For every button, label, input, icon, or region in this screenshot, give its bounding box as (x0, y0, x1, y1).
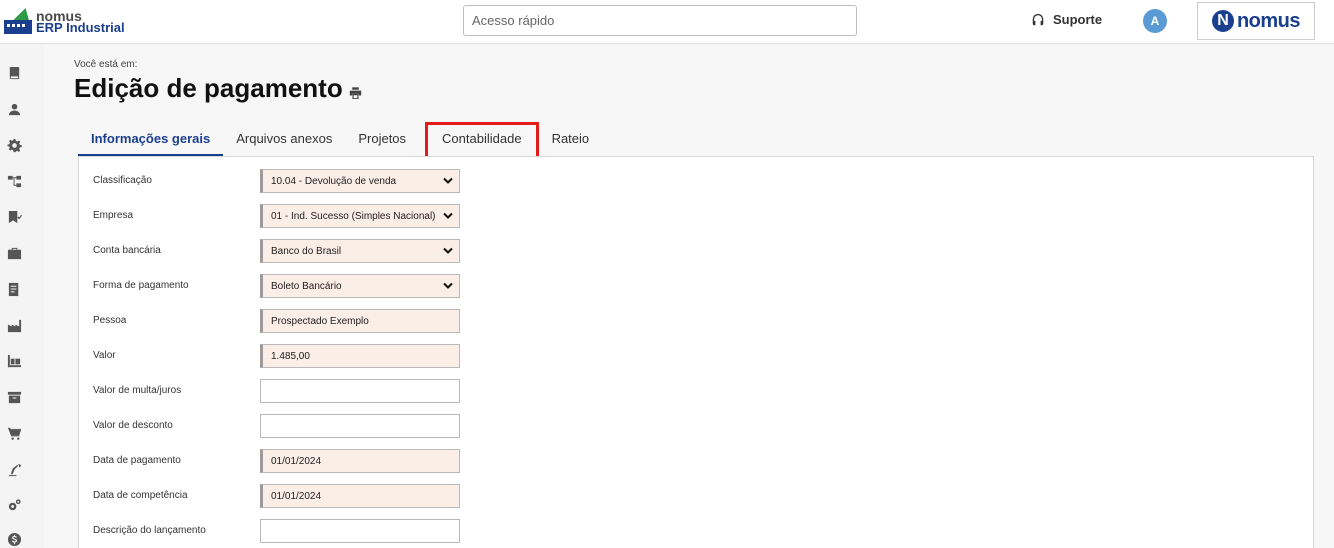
book-icon[interactable] (6, 65, 22, 81)
empresa-select[interactable]: 01 - Ind. Sucesso (Simples Nacional) (260, 204, 460, 228)
printer-icon[interactable] (349, 86, 362, 99)
data-pagamento-input[interactable]: 01/01/2024 (260, 449, 460, 473)
chevron-down-icon (443, 212, 453, 219)
top-bar: nomus ERP Industrial Suporte A N nomus (0, 0, 1334, 44)
brand-logo[interactable]: nomus ERP Industrial (4, 6, 125, 38)
archive-box-icon[interactable] (6, 389, 22, 405)
tab-arquivos-anexos[interactable]: Arquivos anexos (223, 125, 345, 157)
form-row-data-pagamento: Data de pagamento 01/01/2024 (93, 449, 493, 473)
person-icon[interactable] (6, 101, 22, 117)
field-label: Classificação (93, 175, 152, 186)
briefcase-icon[interactable] (6, 245, 22, 261)
pallet-icon[interactable] (6, 353, 22, 369)
tab-informacoes-gerais[interactable]: Informações gerais (78, 125, 224, 157)
quick-access-input[interactable] (463, 5, 857, 36)
data-competencia-input[interactable]: 01/01/2024 (260, 484, 460, 508)
pessoa-input[interactable]: Prospectado Exemplo (260, 309, 460, 333)
select-value: 01 - Ind. Sucesso (Simples Nacional) (271, 210, 436, 222)
field-label: Valor (93, 350, 116, 361)
page-title: Edição de pagamento (74, 73, 343, 103)
form-row-classificacao: Classificação 10.04 - Devolução de venda (93, 169, 493, 193)
user-avatar[interactable]: A (1143, 9, 1167, 33)
page-title-wrap: Edição de pagamento (74, 73, 362, 104)
field-label: Pessoa (93, 315, 127, 326)
select-value: 10.04 - Devolução de venda (271, 175, 397, 187)
company-logo: N nomus (1197, 2, 1315, 40)
forma-pagamento-select[interactable]: Boleto Bancário (260, 274, 460, 298)
desconto-input[interactable] (260, 414, 460, 438)
gear-icon[interactable] (6, 137, 22, 153)
classificacao-select[interactable]: 10.04 - Devolução de venda (260, 169, 460, 193)
document-list-icon[interactable] (6, 281, 22, 297)
form-row-multa-juros: Valor de multa/juros (93, 379, 493, 403)
nomus-logo-text: nomus (1236, 9, 1301, 32)
dollar-icon[interactable] (6, 531, 22, 547)
form-row-pessoa: Pessoa Prospectado Exemplo (93, 309, 493, 333)
nomus-logo-icon: N (1211, 10, 1234, 32)
valor-input[interactable]: 1.485,00 (260, 344, 460, 368)
factory-icon[interactable] (6, 317, 22, 333)
form-row-data-competencia: Data de competência 01/01/2024 (93, 484, 493, 508)
tab-projetos[interactable]: Projetos (345, 125, 419, 157)
field-label: Data de pagamento (93, 455, 181, 466)
select-value: Boleto Bancário (271, 280, 342, 292)
gears-icon[interactable] (6, 497, 22, 513)
sidebar (0, 45, 28, 548)
form-row-valor: Valor 1.485,00 (93, 344, 493, 368)
field-label: Conta bancária (93, 245, 161, 256)
cart-icon[interactable] (6, 425, 22, 441)
hierarchy-icon[interactable] (6, 173, 22, 189)
descricao-input[interactable] (260, 519, 460, 543)
form-row-descricao: Descrição do lançamento (93, 519, 493, 543)
conta-bancaria-select[interactable]: Banco do Brasil (260, 239, 460, 263)
chevron-down-icon (443, 177, 453, 184)
multa-juros-input[interactable] (260, 379, 460, 403)
main-content: Você está em: Edição de pagamento Inform… (44, 45, 1334, 548)
field-label: Forma de pagamento (93, 280, 189, 291)
support-label: Suporte (1053, 12, 1103, 27)
tab-bar: Informações gerais Arquivos anexos Proje… (78, 122, 603, 159)
form-row-empresa: Empresa 01 - Ind. Sucesso (Simples Nacio… (93, 204, 493, 228)
field-label: Data de competência (93, 490, 188, 501)
robot-arm-icon[interactable] (6, 461, 22, 477)
form-row-forma-pagamento: Forma de pagamento Boleto Bancário (93, 274, 493, 298)
field-label: Valor de desconto (93, 420, 173, 431)
field-label: Empresa (93, 210, 134, 221)
chevron-down-icon (443, 282, 453, 289)
select-value: Banco do Brasil (271, 245, 342, 257)
field-label: Valor de multa/juros (93, 385, 182, 396)
form-panel: Classificação 10.04 - Devolução de venda… (78, 156, 1314, 548)
headset-icon (1032, 13, 1044, 25)
field-label: Descrição do lançamento (93, 525, 206, 536)
chevron-down-icon (443, 247, 453, 254)
support-button[interactable]: Suporte (1031, 12, 1102, 27)
brand-subtitle: ERP Industrial (36, 20, 125, 35)
flag-check-icon[interactable] (6, 209, 22, 225)
building-leaf-icon (4, 8, 35, 36)
form-row-conta-bancaria: Conta bancária Banco do Brasil (93, 239, 493, 263)
form-row-desconto: Valor de desconto (93, 414, 493, 438)
breadcrumb: Você está em: (74, 59, 138, 70)
tab-rateio[interactable]: Rateio (539, 125, 603, 157)
tab-contabilidade[interactable]: Contabilidade (425, 122, 539, 159)
